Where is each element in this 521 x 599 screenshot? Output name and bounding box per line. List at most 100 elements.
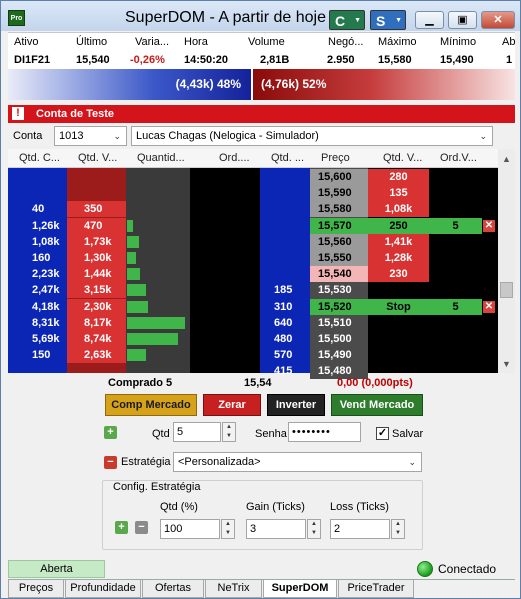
grid-header-quantidade[interactable]: Quantid... [137, 152, 185, 164]
gain-ticks-input[interactable]: 3 [246, 519, 306, 539]
strategy-config-title: Config. Estratégia [111, 481, 203, 493]
volume-bar [127, 349, 146, 362]
ask-qty-cell[interactable]: 1,28k [368, 250, 429, 266]
price-cell[interactable]: 15,570 [310, 217, 368, 234]
quote-header: Máximo [378, 36, 417, 48]
cancel-order-icon[interactable]: ✕ [483, 300, 495, 313]
loss-ticks-input[interactable]: 2 [330, 519, 390, 539]
buy-qty-cell: 150 [32, 349, 51, 362]
buy-qty-cell: 2,47k [32, 284, 60, 297]
maximize-icon[interactable]: ▣ [448, 11, 477, 29]
price-cell[interactable]: 15,550 [310, 250, 368, 266]
add-strategy-level-icon[interactable]: + [115, 521, 128, 534]
price-cell[interactable]: 15,560 [310, 233, 368, 250]
grid-header-preco[interactable]: Preço [321, 152, 350, 164]
c-menu-button[interactable]: C ▼ [329, 10, 365, 30]
minimize-icon[interactable]: ▁ [415, 11, 444, 29]
collapse-strategy-icon[interactable]: − [104, 456, 117, 469]
tab-profundidade[interactable]: Profundidade [65, 580, 141, 598]
qty-stepper[interactable]: ▲ ▼ [222, 422, 236, 442]
price-cell[interactable]: 15,540 [310, 266, 368, 283]
quote-header: Último [76, 36, 108, 48]
quote-header: Mínimo [440, 36, 477, 48]
buy-qty-cell: 40 [32, 203, 45, 216]
sell-qty-cell: 8,17k [67, 314, 126, 331]
ask-qty-cell[interactable]: 1,41k [368, 233, 429, 250]
qty-pct-stepper[interactable]: ▲ ▼ [221, 519, 235, 539]
zero-position-button[interactable]: Zerar [203, 394, 261, 416]
strategy-value: <Personalizada> [178, 456, 261, 468]
account-number-select[interactable]: 1013 ⌄ [54, 126, 127, 146]
ask-qty-cell[interactable]: Stop [368, 298, 429, 315]
c-label: C [335, 13, 346, 29]
password-label: Senha [255, 428, 287, 440]
gain-ticks-stepper[interactable]: ▲ ▼ [307, 519, 321, 539]
loss-ticks-stepper[interactable]: ▲ ▼ [391, 519, 405, 539]
bid-qty-cell: 640 [274, 316, 293, 329]
strategy-select[interactable]: <Personalizada> ⌄ [173, 452, 422, 472]
price-cell[interactable]: 15,500 [310, 331, 368, 347]
ask-qty-cell[interactable]: 1,08k [368, 201, 429, 218]
cancel-order-icon[interactable]: ✕ [483, 219, 495, 232]
grid-header-qtd-venda[interactable]: Qtd. V... [78, 152, 117, 164]
ask-qty-cell[interactable]: 230 [368, 266, 429, 283]
volume-bar [127, 268, 140, 281]
close-icon[interactable]: ✕ [481, 11, 515, 29]
ask-qty-cell[interactable]: 135 [368, 185, 429, 202]
quote-header: Negó... [328, 36, 364, 48]
price-cell[interactable]: 15,530 [310, 282, 368, 299]
price-cell[interactable]: 15,510 [310, 314, 368, 331]
sell-market-button[interactable]: Vend Mercado [331, 394, 423, 416]
grid-header-qtd-venda-2[interactable]: Qtd. V... [383, 152, 422, 164]
s-label: S [376, 13, 386, 29]
sell-qty-cell: 1,44k [67, 266, 126, 283]
sell-pressure-bar: (4,76k) 52% [253, 69, 515, 100]
qty-pct-input[interactable]: 100 [160, 519, 220, 539]
grid-header-qtd[interactable]: Qtd. ... [271, 152, 304, 164]
tab-pricetrader[interactable]: PriceTrader [338, 580, 414, 598]
buy-market-button[interactable]: Comp Mercado [105, 394, 197, 416]
position-status: Comprado 5 [108, 377, 173, 389]
remove-strategy-level-icon[interactable]: − [135, 521, 148, 534]
scroll-up-icon[interactable]: ▲ [502, 154, 511, 164]
quote-volume: 2,81B [260, 54, 290, 66]
invert-position-button[interactable]: Inverter [267, 394, 325, 416]
grid-header-ord-venda[interactable]: Ord.V... [440, 152, 477, 164]
price-cell[interactable]: 15,590 [310, 185, 368, 202]
price-cell[interactable]: 15,520 [310, 298, 368, 315]
quote-values-row[interactable]: DI1F21 15,540 -0,26% 14:50:20 2,81B 2.95… [8, 51, 515, 70]
save-password-checkbox[interactable]: ✓ [376, 427, 389, 440]
ask-qty-cell[interactable]: 280 [368, 169, 429, 185]
password-field[interactable]: •••••••• [288, 422, 361, 442]
grid-header-qtd-compra[interactable]: Qtd. C... [19, 152, 60, 164]
tab-netrix[interactable]: NeTrix [205, 580, 262, 598]
quote-symbol: DI1F21 [14, 54, 51, 66]
order-qty-cell: 5 [429, 298, 482, 315]
sell-qty-cell: 1,30k [67, 250, 126, 266]
scroll-thumb[interactable] [500, 282, 513, 298]
grid-header-ordens[interactable]: Ord.... [219, 152, 250, 164]
window-title: SuperDOM - A partir de hoje [125, 9, 326, 26]
price-cell[interactable]: 15,490 [310, 347, 368, 364]
expand-order-options-icon[interactable]: + [104, 426, 117, 439]
grid-scrollbar[interactable]: ▲ ▼ [498, 149, 515, 373]
quote-header: Hora [184, 36, 208, 48]
tab-superdom[interactable]: SuperDOM [263, 580, 337, 598]
price-cell[interactable]: 15,600 [310, 169, 368, 185]
account-name-select[interactable]: Lucas Chagas (Nelogica - Simulador) ⌄ [131, 126, 493, 146]
scroll-down-icon[interactable]: ▼ [502, 359, 511, 369]
quote-last: 15,540 [76, 54, 110, 66]
qty-input[interactable]: 5 [173, 422, 221, 442]
s-menu-button[interactable]: S ▼ [370, 10, 406, 30]
quote-variation: -0,26% [130, 54, 165, 66]
buy-qty-cell: 1,08k [32, 235, 60, 248]
qty-label: Qtd [152, 428, 170, 440]
sell-qty-cell: 2,30k [67, 298, 126, 315]
ask-qty-cell[interactable]: 250 [368, 217, 429, 234]
price-cell[interactable]: 15,580 [310, 201, 368, 218]
quote-trades: 2.950 [327, 54, 355, 66]
position-avg-price: 15,54 [244, 377, 272, 389]
tab-ofertas[interactable]: Ofertas [142, 580, 204, 598]
buy-qty-cell: 5,69k [32, 333, 60, 345]
tab-precos[interactable]: Preços [8, 580, 64, 598]
